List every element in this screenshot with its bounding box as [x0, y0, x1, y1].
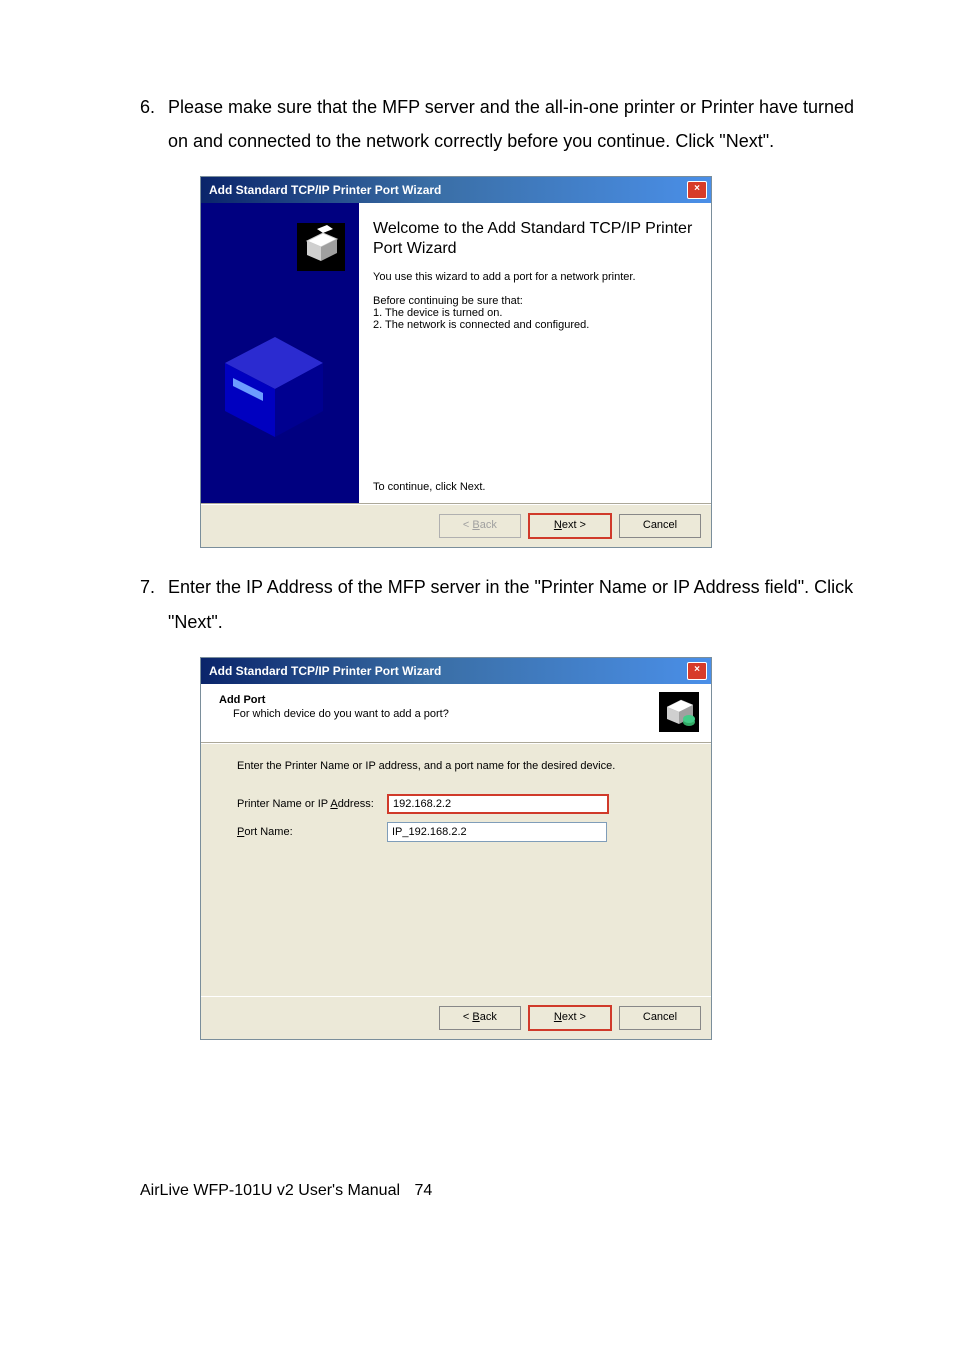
- page-number: 74: [414, 1182, 432, 1199]
- label-address: Printer Name or IP Address:: [237, 798, 387, 810]
- form-row-port: Port Name:: [237, 822, 687, 842]
- button-row: < Back Next > Cancel: [201, 996, 711, 1039]
- step-text: Enter the IP Address of the MFP server i…: [168, 570, 854, 638]
- page-footer: AirLive WFP-101U v2 User's Manual 74: [140, 1062, 854, 1260]
- requirement-item: 2. The network is connected and configur…: [373, 319, 695, 331]
- back-button: < Back: [439, 514, 521, 538]
- back-button[interactable]: < Back: [439, 1006, 521, 1030]
- header-subtitle: For which device do you want to add a po…: [233, 708, 659, 720]
- requirements-label: Before continuing be sure that:: [373, 295, 695, 307]
- window-title: Add Standard TCP/IP Printer Port Wizard: [205, 664, 687, 678]
- printer-icon: [659, 692, 699, 732]
- form-row-address: Printer Name or IP Address:: [237, 794, 687, 814]
- instruction-step-6: 6. Please make sure that the MFP server …: [140, 90, 854, 158]
- step-number: 6.: [140, 90, 168, 158]
- requirements-list: Before continuing be sure that: 1. The d…: [373, 295, 695, 331]
- close-icon[interactable]: ×: [687, 662, 707, 680]
- next-button[interactable]: Next >: [528, 1005, 612, 1031]
- wizard-description: You use this wizard to add a port for a …: [373, 271, 695, 283]
- dialog-body: Welcome to the Add Standard TCP/IP Print…: [201, 203, 711, 504]
- header-title: Add Port: [219, 694, 659, 706]
- wizard-sidebar-graphic: [201, 203, 359, 503]
- requirement-item: 1. The device is turned on.: [373, 307, 695, 319]
- cancel-button[interactable]: Cancel: [619, 1006, 701, 1030]
- button-row: < Back Next > Cancel: [201, 504, 711, 547]
- wizard-content: Welcome to the Add Standard TCP/IP Print…: [359, 203, 711, 503]
- continue-hint: To continue, click Next.: [373, 481, 695, 493]
- port-name-input[interactable]: [387, 822, 607, 842]
- wizard-heading: Welcome to the Add Standard TCP/IP Print…: [373, 219, 695, 259]
- document-page: 6. Please make sure that the MFP server …: [0, 0, 954, 1260]
- title-bar: Add Standard TCP/IP Printer Port Wizard …: [201, 177, 711, 203]
- label-port: Port Name:: [237, 826, 387, 838]
- cancel-button[interactable]: Cancel: [619, 514, 701, 538]
- wizard-dialog-welcome: Add Standard TCP/IP Printer Port Wizard …: [200, 176, 712, 548]
- title-bar: Add Standard TCP/IP Printer Port Wizard …: [201, 658, 711, 684]
- window-title: Add Standard TCP/IP Printer Port Wizard: [205, 183, 687, 197]
- instruction-step-7: 7. Enter the IP Address of the MFP serve…: [140, 570, 854, 638]
- decorative-cube-icon: [215, 323, 333, 443]
- dialog-body: Enter the Printer Name or IP address, an…: [201, 743, 711, 996]
- dialog-header: Add Port For which device do you want to…: [201, 684, 711, 743]
- step-number: 7.: [140, 570, 168, 638]
- form-intro: Enter the Printer Name or IP address, an…: [237, 760, 687, 772]
- ip-address-input[interactable]: [387, 794, 609, 814]
- next-button[interactable]: Next >: [528, 513, 612, 539]
- close-icon[interactable]: ×: [687, 181, 707, 199]
- wizard-dialog-add-port: Add Standard TCP/IP Printer Port Wizard …: [200, 657, 712, 1040]
- manual-title: AirLive WFP-101U v2 User's Manual: [140, 1182, 410, 1200]
- printer-icon: [297, 223, 345, 271]
- header-text: Add Port For which device do you want to…: [219, 692, 659, 720]
- step-text: Please make sure that the MFP server and…: [168, 90, 854, 158]
